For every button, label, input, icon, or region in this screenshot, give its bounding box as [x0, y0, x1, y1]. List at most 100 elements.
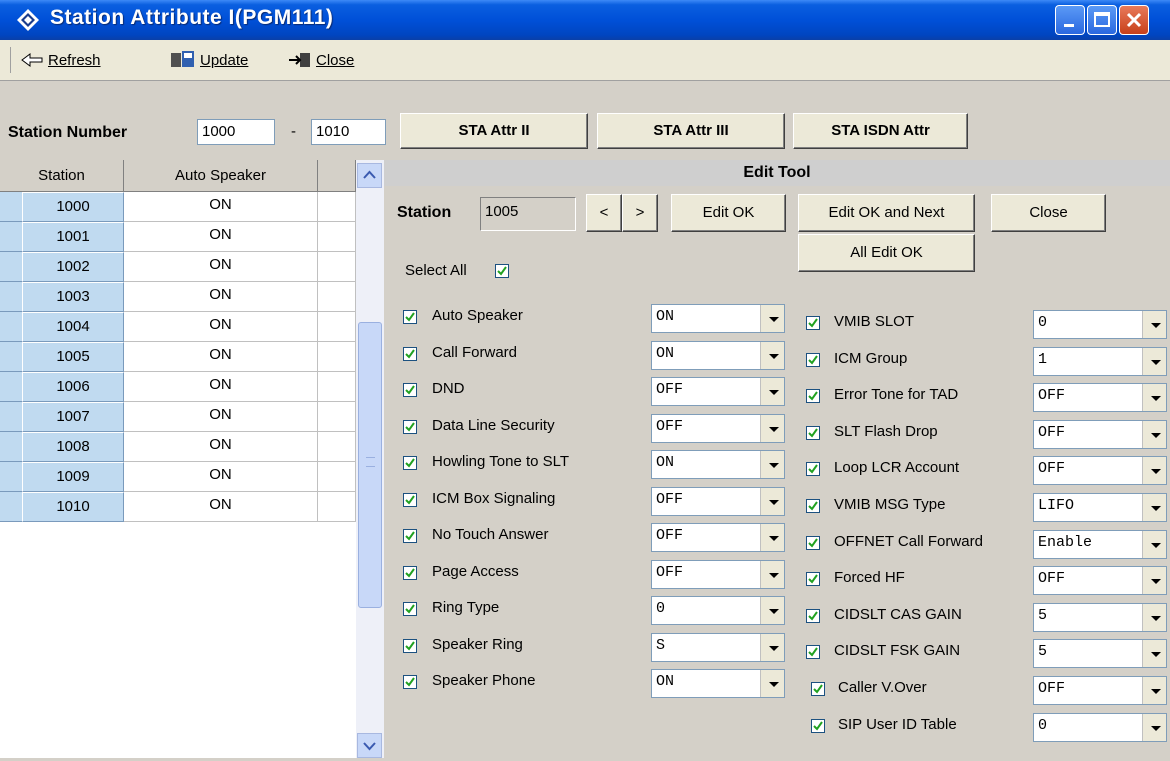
- edit-ok-next-button[interactable]: Edit OK and Next: [798, 194, 975, 232]
- option-select[interactable]: S: [651, 633, 785, 662]
- dropdown-arrow-icon[interactable]: [1142, 384, 1166, 411]
- table-row-value[interactable]: ON: [124, 252, 318, 282]
- option-checkbox[interactable]: [811, 719, 825, 733]
- option-checkbox[interactable]: [403, 566, 417, 580]
- dropdown-arrow-icon[interactable]: [1142, 677, 1166, 704]
- option-select[interactable]: OFF: [1033, 676, 1167, 705]
- scroll-thumb[interactable]: [358, 322, 382, 608]
- dropdown-arrow-icon[interactable]: [1142, 311, 1166, 338]
- dropdown-arrow-icon[interactable]: [760, 378, 784, 405]
- table-row-station[interactable]: 1001: [22, 222, 124, 252]
- table-row-value[interactable]: ON: [124, 342, 318, 372]
- option-checkbox[interactable]: [806, 609, 820, 623]
- dropdown-arrow-icon[interactable]: [1142, 604, 1166, 631]
- option-checkbox[interactable]: [403, 602, 417, 616]
- row-selector[interactable]: [0, 222, 22, 252]
- row-selector[interactable]: [0, 402, 22, 432]
- row-selector[interactable]: [0, 462, 22, 492]
- option-select[interactable]: 0: [1033, 310, 1167, 339]
- close-toolbar-button[interactable]: Close: [288, 48, 354, 72]
- option-checkbox[interactable]: [403, 347, 417, 361]
- dropdown-arrow-icon[interactable]: [760, 451, 784, 478]
- table-row-station[interactable]: 1003: [22, 282, 124, 312]
- option-select[interactable]: ON: [651, 450, 785, 479]
- option-select[interactable]: 5: [1033, 639, 1167, 668]
- option-checkbox[interactable]: [403, 675, 417, 689]
- table-row-value[interactable]: ON: [124, 222, 318, 252]
- scroll-up-button[interactable]: [357, 163, 382, 188]
- table-row-station[interactable]: 1002: [22, 252, 124, 282]
- option-select[interactable]: OFF: [1033, 420, 1167, 449]
- refresh-button[interactable]: Refresh: [20, 48, 101, 72]
- option-checkbox[interactable]: [403, 493, 417, 507]
- row-selector[interactable]: [0, 312, 22, 342]
- window-close-button[interactable]: [1119, 5, 1149, 35]
- table-row-station[interactable]: 1000: [22, 192, 124, 222]
- column-header-station[interactable]: Station: [0, 160, 124, 192]
- dropdown-arrow-icon[interactable]: [760, 524, 784, 551]
- station-from-input[interactable]: 1000: [197, 119, 275, 145]
- row-selector[interactable]: [0, 432, 22, 462]
- option-select[interactable]: ON: [651, 669, 785, 698]
- option-checkbox[interactable]: [806, 426, 820, 440]
- option-select[interactable]: 0: [651, 596, 785, 625]
- dropdown-arrow-icon[interactable]: [760, 597, 784, 624]
- table-row-station[interactable]: 1008: [22, 432, 124, 462]
- dropdown-arrow-icon[interactable]: [1142, 640, 1166, 667]
- option-checkbox[interactable]: [806, 499, 820, 513]
- option-select[interactable]: Enable: [1033, 530, 1167, 559]
- option-checkbox[interactable]: [403, 420, 417, 434]
- option-checkbox[interactable]: [806, 645, 820, 659]
- option-select[interactable]: OFF: [1033, 383, 1167, 412]
- row-selector[interactable]: [0, 282, 22, 312]
- minimize-button[interactable]: [1055, 5, 1085, 35]
- table-row-value[interactable]: ON: [124, 282, 318, 312]
- option-checkbox[interactable]: [403, 529, 417, 543]
- option-checkbox[interactable]: [806, 572, 820, 586]
- dropdown-arrow-icon[interactable]: [1142, 457, 1166, 484]
- dropdown-arrow-icon[interactable]: [760, 488, 784, 515]
- prev-station-button[interactable]: <: [586, 194, 622, 232]
- option-select[interactable]: OFF: [651, 414, 785, 443]
- dropdown-arrow-icon[interactable]: [760, 415, 784, 442]
- option-checkbox[interactable]: [806, 389, 820, 403]
- edit-ok-button[interactable]: Edit OK: [671, 194, 786, 232]
- table-row-station[interactable]: 1010: [22, 492, 124, 522]
- row-selector[interactable]: [0, 342, 22, 372]
- row-selector[interactable]: [0, 192, 22, 222]
- dropdown-arrow-icon[interactable]: [760, 634, 784, 661]
- option-checkbox[interactable]: [403, 310, 417, 324]
- scroll-down-button[interactable]: [357, 733, 382, 758]
- table-row-value[interactable]: ON: [124, 492, 318, 522]
- dropdown-arrow-icon[interactable]: [1142, 714, 1166, 741]
- table-row-station[interactable]: 1006: [22, 372, 124, 402]
- row-selector[interactable]: [0, 252, 22, 282]
- option-select[interactable]: OFF: [1033, 456, 1167, 485]
- dropdown-arrow-icon[interactable]: [1142, 494, 1166, 521]
- table-row-value[interactable]: ON: [124, 192, 318, 222]
- table-row-station[interactable]: 1009: [22, 462, 124, 492]
- option-select[interactable]: 5: [1033, 603, 1167, 632]
- dropdown-arrow-icon[interactable]: [760, 342, 784, 369]
- update-button[interactable]: Update: [170, 48, 248, 72]
- option-select[interactable]: OFF: [651, 523, 785, 552]
- maximize-button[interactable]: [1087, 5, 1117, 35]
- option-checkbox[interactable]: [403, 383, 417, 397]
- option-select[interactable]: 1: [1033, 347, 1167, 376]
- option-checkbox[interactable]: [806, 462, 820, 476]
- option-select[interactable]: OFF: [651, 560, 785, 589]
- table-row-station[interactable]: 1005: [22, 342, 124, 372]
- all-edit-ok-button[interactable]: All Edit OK: [798, 234, 975, 272]
- dropdown-arrow-icon[interactable]: [760, 670, 784, 697]
- table-row-value[interactable]: ON: [124, 372, 318, 402]
- option-select[interactable]: OFF: [651, 377, 785, 406]
- dropdown-arrow-icon[interactable]: [760, 561, 784, 588]
- option-select[interactable]: ON: [651, 341, 785, 370]
- edit-station-field[interactable]: 1005: [480, 197, 576, 231]
- option-select[interactable]: OFF: [651, 487, 785, 516]
- table-row-station[interactable]: 1004: [22, 312, 124, 342]
- select-all-checkbox[interactable]: [495, 264, 509, 278]
- row-selector[interactable]: [0, 492, 22, 522]
- dropdown-arrow-icon[interactable]: [1142, 531, 1166, 558]
- option-checkbox[interactable]: [806, 353, 820, 367]
